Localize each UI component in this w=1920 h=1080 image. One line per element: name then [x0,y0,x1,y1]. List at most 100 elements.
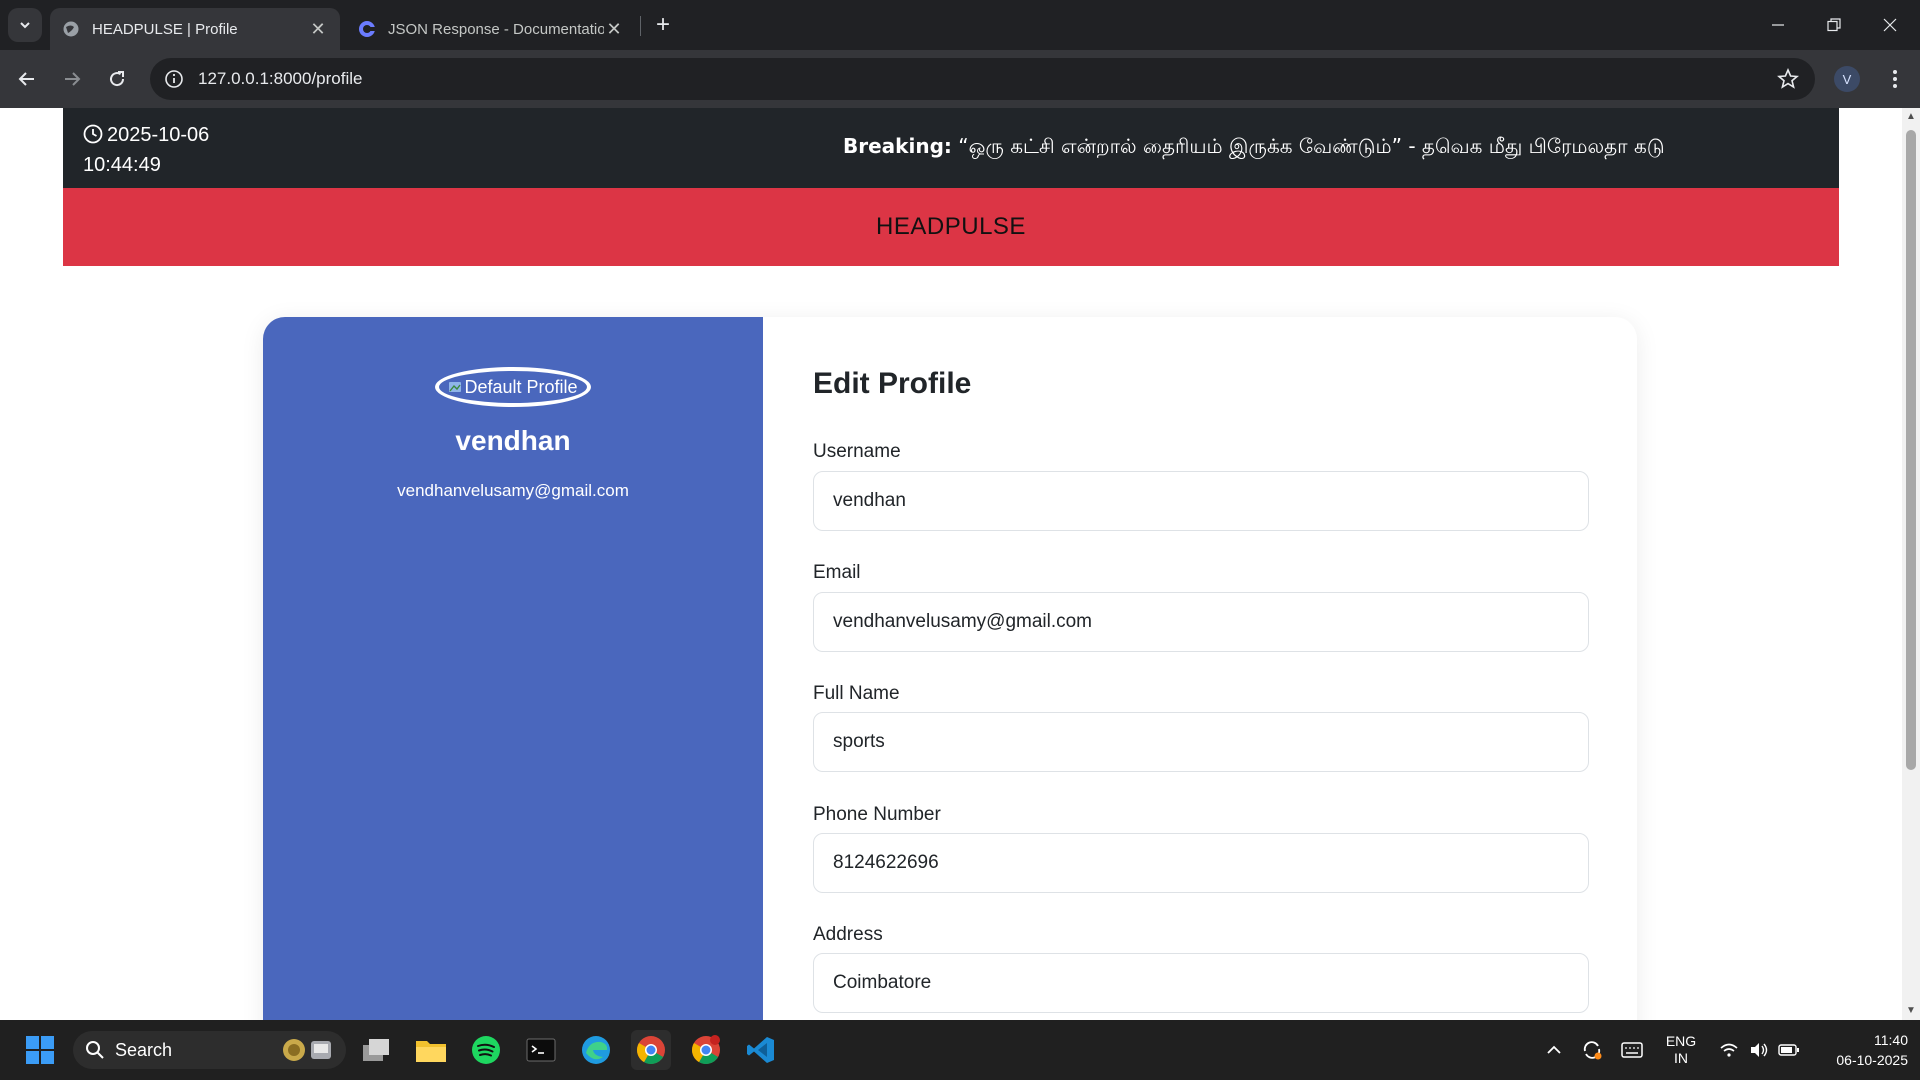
minimize-icon [1772,24,1784,26]
search-label: Search [115,1039,173,1060]
email-label: Email [813,562,861,583]
phone-input[interactable]: 8124622696 [813,833,1589,893]
url-text: 127.0.0.1:8000/profile [198,69,363,88]
more-vert-icon [1893,70,1897,88]
breaking-label: Breaking: [843,134,952,158]
scrollbar-thumb[interactable] [1906,130,1916,770]
volume-tray-button[interactable] [1744,1020,1774,1080]
folder-icon [416,1041,446,1062]
new-tab-button[interactable]: + [648,10,678,40]
top-info-bar: 2025-10-06 10:44:49 Breaking: “ஒரு கட்சி… [63,108,1839,188]
edge-icon [582,1036,610,1064]
arrow-right-icon [65,72,81,86]
close-tab-icon[interactable]: ✕ [308,19,328,40]
language-indicator[interactable]: ENG IN [1656,1020,1706,1080]
terminal-button[interactable] [521,1030,561,1070]
wifi-tray-button[interactable] [1714,1020,1744,1080]
windows-taskbar: Search ENG IN 11:40 06-10-2025 [0,1020,1920,1080]
task-view-icon [363,1039,389,1061]
clock-date: 06-10-2025 [1836,1052,1908,1068]
region-code: IN [1674,1050,1688,1066]
start-button[interactable] [20,1030,60,1070]
keyboard-tray-button[interactable] [1614,1020,1650,1080]
chrome-button-2[interactable] [686,1030,726,1070]
username-input[interactable]: vendhan [813,471,1589,531]
globe-icon [63,21,79,37]
edge-button[interactable] [576,1030,616,1070]
reload-button[interactable] [100,62,134,96]
browser-menu-button[interactable] [1880,62,1910,96]
site-logo-icon [359,21,375,37]
restore-button[interactable] [1806,0,1862,50]
sync-icon [1583,1041,1602,1060]
back-button[interactable] [10,62,44,96]
tab-json-response[interactable]: JSON Response - Documentation ✕ [346,8,636,50]
site-brand[interactable]: HEADPULSE [876,213,1026,241]
terminal-icon [526,1038,556,1062]
profile-sidebar: Default Profile vendhan vendhanvelusamy@… [263,317,763,1020]
chevron-down-icon [20,22,30,29]
address-bar[interactable]: 127.0.0.1:8000/profile [150,58,1815,100]
breaking-news-ticker[interactable]: Breaking: “ஒரு கட்சி என்றால் தைரியம் இரு… [843,134,1819,164]
volume-icon [1751,1043,1768,1057]
battery-tray-button[interactable] [1774,1020,1804,1080]
windows-logo-icon [26,1036,54,1064]
browser-toolbar: 127.0.0.1:8000/profile V [0,50,1920,108]
task-view-button[interactable] [356,1030,396,1070]
page-scrollbar[interactable]: ▲ ▼ [1902,108,1920,1020]
profile-email: vendhanvelusamy@gmail.com [397,481,629,500]
bookmark-star-icon[interactable] [1776,67,1800,95]
close-tab-icon[interactable]: ✕ [604,19,624,40]
taskbar-clock[interactable]: 11:40 06-10-2025 [1808,1020,1908,1080]
chrome-icon [692,1035,720,1064]
scroll-down-icon[interactable]: ▼ [1906,1006,1916,1016]
clock-time: 11:40 [1874,1032,1908,1048]
taskbar-search[interactable]: Search [73,1031,346,1069]
full-name-input[interactable]: sports [813,712,1589,772]
current-date: 2025-10-06 [107,124,210,146]
chrome-icon [637,1036,665,1064]
profile-name: vendhan [455,425,571,456]
email-field[interactable]: vendhanvelusamy@gmail.com [813,592,1589,652]
tab-search-button[interactable] [8,8,42,42]
show-hidden-icons-button[interactable] [1536,1020,1572,1080]
restore-icon [1827,18,1841,32]
arrow-left-icon [18,72,34,86]
form-title: Edit Profile [813,367,972,400]
spotify-icon [472,1036,500,1064]
full-name-label: Full Name [813,683,900,704]
sync-tray-button[interactable] [1574,1020,1610,1080]
wifi-icon [1720,1043,1738,1057]
address-input[interactable]: Coimbatore [813,953,1589,1013]
brand-header: HEADPULSE [63,188,1839,266]
language-code: ENG [1665,1033,1697,1049]
close-icon [1883,18,1897,32]
avatar-alt-text: Default Profile [464,376,578,397]
tab-title: HEADPULSE | Profile [92,20,238,38]
forward-button[interactable] [55,62,89,96]
avatar: Default Profile [435,367,591,407]
keyboard-icon [1621,1042,1643,1058]
vscode-button[interactable] [741,1030,781,1070]
site-info-icon[interactable] [162,67,186,91]
reload-icon [110,71,125,87]
tab-title: JSON Response - Documentation [388,20,604,38]
browser-tab-strip: HEADPULSE | Profile ✕ JSON Response - Do… [0,0,1920,50]
tab-headpulse-profile[interactable]: HEADPULSE | Profile ✕ [50,8,340,50]
tab-separator [640,16,641,36]
vscode-icon [747,1037,774,1063]
spotify-button[interactable] [466,1030,506,1070]
current-time: 10:44:49 [83,154,161,176]
clock-icon [83,124,103,144]
scroll-up-icon[interactable]: ▲ [1906,112,1916,122]
chevron-up-icon [1547,1045,1561,1054]
profile-card: Default Profile vendhan vendhanvelusamy@… [263,317,1637,1020]
file-explorer-button[interactable] [411,1030,451,1070]
browser-profile-avatar[interactable]: V [1834,66,1860,92]
username-label: Username [813,441,901,462]
phone-label: Phone Number [813,804,941,825]
chrome-button-1[interactable] [631,1030,671,1070]
minimize-button[interactable] [1750,0,1806,50]
close-window-button[interactable] [1862,0,1918,50]
address-label: Address [813,924,883,945]
